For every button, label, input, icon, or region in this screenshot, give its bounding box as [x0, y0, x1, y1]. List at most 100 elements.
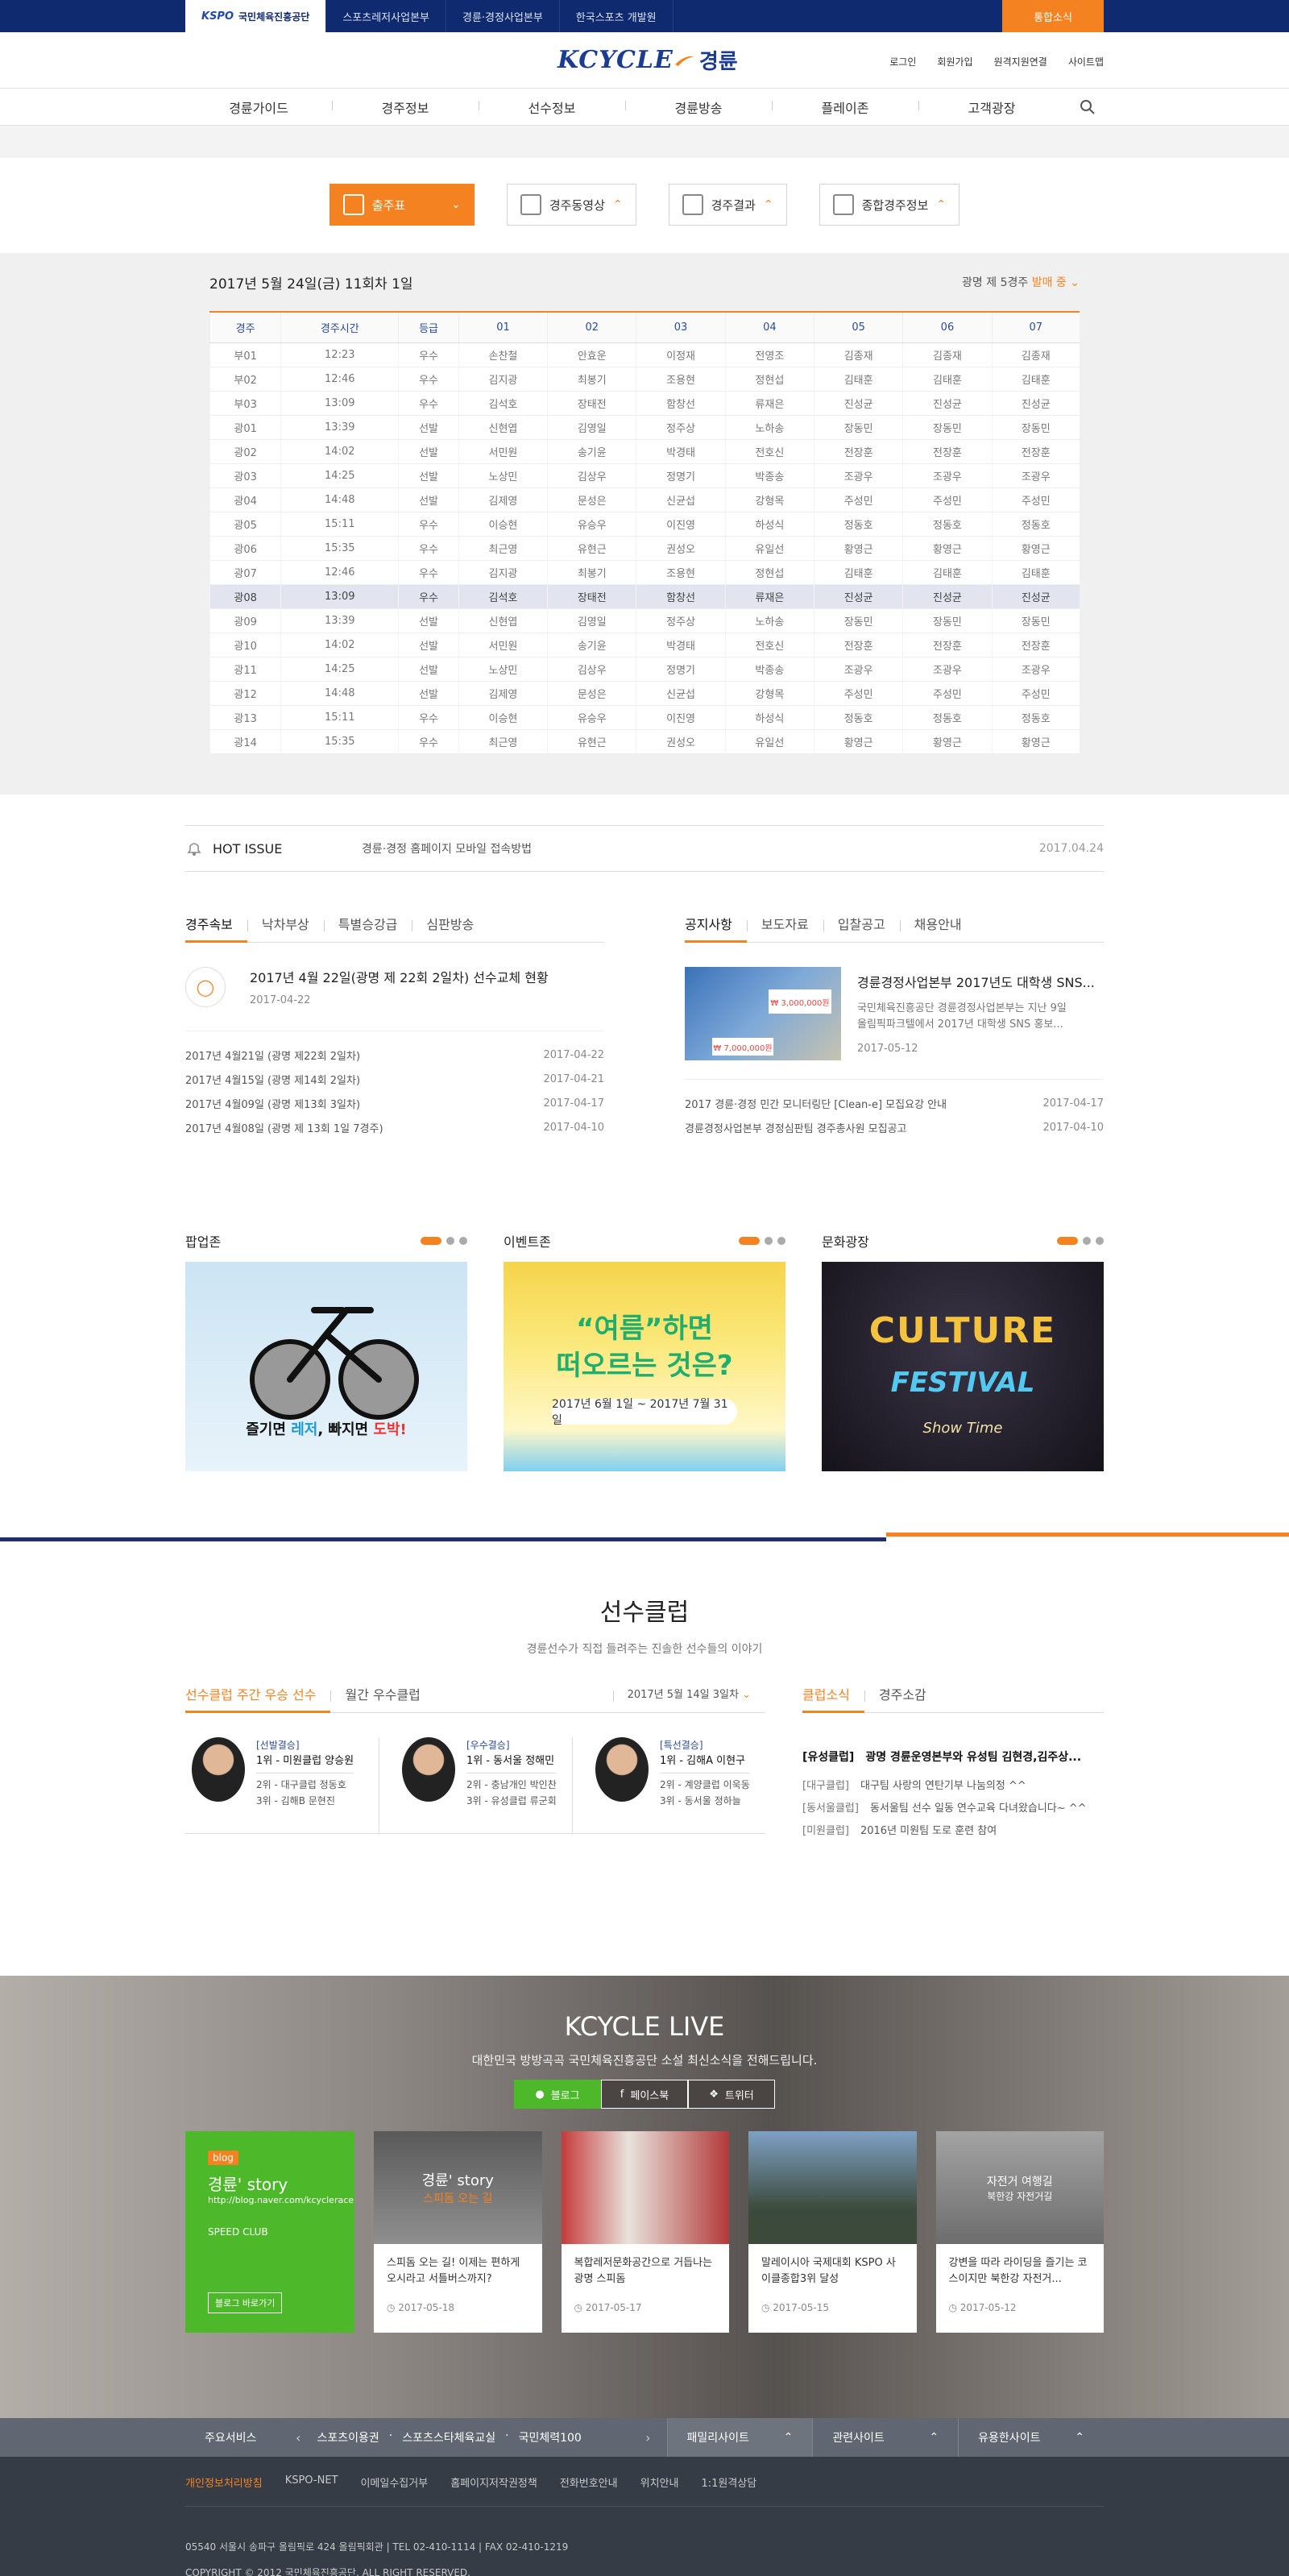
site-tab-sports-leisure[interactable]: 스포츠레저사업본부: [326, 0, 446, 32]
location-link[interactable]: 위치안내: [640, 2474, 679, 2490]
tab-weekly-winner[interactable]: 선수클럽 주간 우승 선수: [185, 1681, 331, 1713]
event-banner[interactable]: “여름”하면 떠오르는 것은? 2017년 6월 1일 ~ 2017년 7월 31…: [504, 1262, 785, 1471]
blog-go-button[interactable]: 블로그 바로가기: [208, 2292, 283, 2313]
blog-post-card[interactable]: 말레이시아 국제대회 KSPO 사이클종합3위 달성 ◷ 2017-05-15: [748, 2131, 917, 2333]
sitemap-link[interactable]: 사이트맵: [1068, 55, 1104, 68]
table-row[interactable]: 광08 13:09 우수 김석호 장태전 함창선 류재은 진성균 진성균 진성균: [209, 584, 1080, 609]
popup-banner[interactable]: 즐기면 레저, 빠지면 도박!: [185, 1262, 467, 1471]
blog-post-card[interactable]: 자전거 여행길 북한강 자전거길 강변을 따라 라이딩을 즐기는 코스이지만 북한…: [935, 2131, 1104, 2333]
service-link[interactable]: 국민체력100: [519, 2429, 582, 2445]
player-card[interactable]: [특선결승] 1위 - 김해A 이현구 2위 - 계양클럽 이욱동 3위 - 동서울 …: [572, 1737, 765, 1833]
nav-guide[interactable]: 경륜가이드: [185, 97, 332, 117]
tab-recruit[interactable]: 채용안내: [899, 911, 976, 943]
entry-sheet-button[interactable]: 출주표 ⌄: [329, 184, 475, 226]
list-item[interactable]: 경륜경정사업본부 경정심판팀 경주총사원 모집공고 2017-04-10: [685, 1115, 1104, 1139]
site-tab-kspo[interactable]: KSPO 국민체육진흥공단: [185, 0, 327, 32]
list-item[interactable]: [유성클럽] 광명 경륜운영본부와 유성팀 김현경,김주상...: [802, 1740, 1104, 1773]
total-race-info-button[interactable]: 종합경주정보 ⌃: [819, 184, 960, 226]
table-row[interactable]: 광12 14:48 선발 김제영 문성은 신균섭 강형목 주성민 주성민 주성민: [209, 681, 1080, 706]
tab-special-grade[interactable]: 특별승강급: [323, 911, 412, 943]
slide-dot[interactable]: [1096, 1237, 1104, 1245]
slide-dot[interactable]: [739, 1237, 760, 1245]
search-button[interactable]: [1071, 91, 1104, 123]
useful-site-select[interactable]: 유용한사이트 ⌃: [958, 2418, 1104, 2457]
list-item[interactable]: [대구클럽] 대구팀 사랑의 연탄기부 나눔의정 ^^: [802, 1773, 1104, 1795]
hot-issue-text[interactable]: 경륜·경정 홈페이지 모바일 접속방법: [362, 840, 1039, 857]
tab-race-bulletin[interactable]: 경주속보: [185, 911, 247, 943]
tab-notice[interactable]: 공지사항: [685, 911, 747, 943]
tab-monthly-club[interactable]: 월간 우수클럽: [330, 1681, 434, 1713]
table-row[interactable]: 광02 14:02 선발 서민원 송기윤 박경태 전호신 전장훈 전장훈 전장훈: [209, 439, 1080, 464]
nav-customer[interactable]: 고객광장: [918, 97, 1065, 117]
blog-post-card[interactable]: 복합레저문화공간으로 거듭나는 광명 스피돔 ◷ 2017-05-17: [561, 2131, 729, 2333]
tab-referee-broadcast[interactable]: 심판방송: [412, 911, 488, 943]
slide-dot[interactable]: [421, 1237, 441, 1245]
nav-race-info[interactable]: 경주정보: [332, 97, 479, 117]
table-row[interactable]: 광05 15:11 우수 이승현 유승우 이진영 하성식 정동호 정동호 정동호: [209, 512, 1080, 537]
table-row[interactable]: 광14 15:35 우수 최근영 유현근 권성오 유일선 황영근 황영근 황영근: [209, 729, 1080, 754]
race-news-feature[interactable]: ◯ 2017년 4월 22일(광명 제 22회 2일차) 선수교체 현황 2017…: [185, 943, 604, 1031]
player-card[interactable]: [우수결승] 1위 - 동서울 정해민 2위 - 충남개인 박인찬 3위 - 유성클럽…: [379, 1737, 572, 1833]
culture-banner[interactable]: CULTURE FESTIVAL Show Time: [822, 1262, 1104, 1471]
copyright-policy-link[interactable]: 홈페이지저작권정책: [450, 2474, 537, 2490]
site-tab-cycle-boat[interactable]: 경륜·경정사업본부: [446, 0, 560, 32]
tab-bidding[interactable]: 입찰공고: [823, 911, 900, 943]
nav-playzone[interactable]: 플레이존: [772, 97, 918, 117]
remote-consult-link[interactable]: 1:1원격상담: [701, 2474, 756, 2490]
table-row[interactable]: 광06 15:35 우수 최근영 유현근 권성오 유일선 황영근 황영근 황영근: [209, 536, 1080, 561]
service-link[interactable]: 스포츠이용권: [317, 2429, 379, 2445]
round-select[interactable]: 2017년 5월 14일 3일차 ⌄: [612, 1681, 765, 1713]
tab-race-comments[interactable]: 경주소감: [864, 1681, 941, 1713]
table-row[interactable]: 광10 14:02 선발 서민원 송기윤 박경태 전호신 전장훈 전장훈 전장훈: [209, 633, 1080, 657]
table-row[interactable]: 광11 14:25 선발 노상민 김상우 정명기 박종송 조광우 조광우 조광우: [209, 657, 1080, 682]
table-row[interactable]: 광03 14:25 선발 노상민 김상우 정명기 박종송 조광우 조광우 조광우: [209, 463, 1080, 488]
tab-club-news[interactable]: 클럽소식: [802, 1681, 864, 1713]
slide-dot[interactable]: [1057, 1237, 1078, 1245]
kspo-net-link[interactable]: KSPO-NET: [285, 2474, 338, 2490]
table-row[interactable]: 부01 12:23 우수 손찬철 안효운 이정재 전영조 김종재 김종재 김종재: [209, 342, 1080, 367]
table-row[interactable]: 부03 13:09 우수 김석호 장태전 함창선 류재은 진성균 진성균 진성균: [209, 391, 1080, 416]
table-row[interactable]: 광09 13:39 선발 신현엽 김영일 정주상 노하송 장동민 장동민 장동민: [209, 608, 1080, 633]
list-item[interactable]: 2017년 4월21일 (광명 제22회 2일차) 2017-04-22: [185, 1043, 604, 1067]
facebook-tab[interactable]: f 페이스북: [601, 2080, 688, 2109]
notice-feature[interactable]: ₩ 3,000,000원 ₩ 7,000,000원 경륜경정사업본부 2017년도…: [685, 943, 1104, 1080]
table-row[interactable]: 부02 12:46 우수 김지광 최봉기 조용현 정현섭 김태훈 김태훈 김태훈: [209, 367, 1080, 392]
remote-support-link[interactable]: 원격지원연결: [994, 55, 1047, 68]
list-item[interactable]: 2017년 4월08일 (광명 제 13회 1일 7경주) 2017-04-10: [185, 1115, 604, 1139]
list-item[interactable]: [동서울클럽] 동서울팀 선수 일동 연수교육 다녀왔습니다~ ^^: [802, 1795, 1104, 1818]
chevron-right-icon[interactable]: ›: [645, 2430, 650, 2445]
blog-post-card[interactable]: 경륜' story 스피돔 오는 길 스피돔 오는 길! 이제는 편하게 오시라고…: [374, 2131, 542, 2333]
tab-press[interactable]: 보도자료: [746, 911, 823, 943]
table-row[interactable]: 광01 13:39 선발 신현엽 김영일 정주상 노하송 장동민 장동민 장동민: [209, 415, 1080, 440]
tab-fall-injury[interactable]: 낙차부상: [247, 911, 324, 943]
list-item[interactable]: 2017년 4월15일 (광명 제14회 2일차) 2017-04-21: [185, 1067, 604, 1091]
site-tab-sports-institute[interactable]: 한국스포츠 개발원: [560, 0, 674, 32]
list-item[interactable]: 2017 경륜·경정 민간 모니터링단 [Clean-e] 모집요강 안내 201…: [685, 1091, 1104, 1115]
twitter-tab[interactable]: ❖ 트위터: [688, 2080, 775, 2109]
nav-player-info[interactable]: 선수정보: [479, 97, 625, 117]
service-link[interactable]: 스포츠스타체육교실: [402, 2429, 495, 2445]
chevron-left-icon[interactable]: ‹: [296, 2430, 300, 2445]
privacy-link[interactable]: 개인정보처리방침: [185, 2474, 263, 2490]
slide-dot[interactable]: [459, 1237, 467, 1245]
family-site-select[interactable]: 패밀리사이트 ⌃: [666, 2418, 813, 2457]
slide-dot[interactable]: [446, 1237, 454, 1245]
slide-dot[interactable]: [765, 1237, 773, 1245]
related-site-select[interactable]: 관련사이트 ⌃: [812, 2418, 958, 2457]
email-refuse-link[interactable]: 이메일수집거부: [360, 2474, 428, 2490]
phone-guide-link[interactable]: 전화번호안내: [560, 2474, 618, 2490]
table-row[interactable]: 광13 15:11 우수 이승현 유승우 이진영 하성식 정동호 정동호 정동호: [209, 705, 1080, 730]
slide-dots[interactable]: [739, 1237, 785, 1245]
kcycle-logo[interactable]: KCYCLE 경륜: [557, 45, 738, 75]
race-status[interactable]: 광명 제 5경주 발매 중 ⌄: [962, 274, 1080, 290]
nav-broadcast[interactable]: 경륜방송: [625, 97, 772, 117]
slide-dot[interactable]: [1083, 1237, 1091, 1245]
integrated-news-button[interactable]: 통합소식: [1002, 0, 1104, 32]
blog-tab[interactable]: ● 블로그: [514, 2080, 601, 2109]
slide-dots[interactable]: [1057, 1237, 1104, 1245]
slide-dots[interactable]: [421, 1237, 467, 1245]
signup-link[interactable]: 회원가입: [937, 55, 972, 68]
player-card[interactable]: [선발결승] 1위 - 미원클럽 양승원 2위 - 대구클럽 정동호 3위 - 김해B…: [185, 1737, 379, 1833]
race-video-button[interactable]: 경주동영상 ⌃: [506, 184, 636, 226]
race-result-button[interactable]: 경주결과 ⌃: [668, 184, 787, 226]
